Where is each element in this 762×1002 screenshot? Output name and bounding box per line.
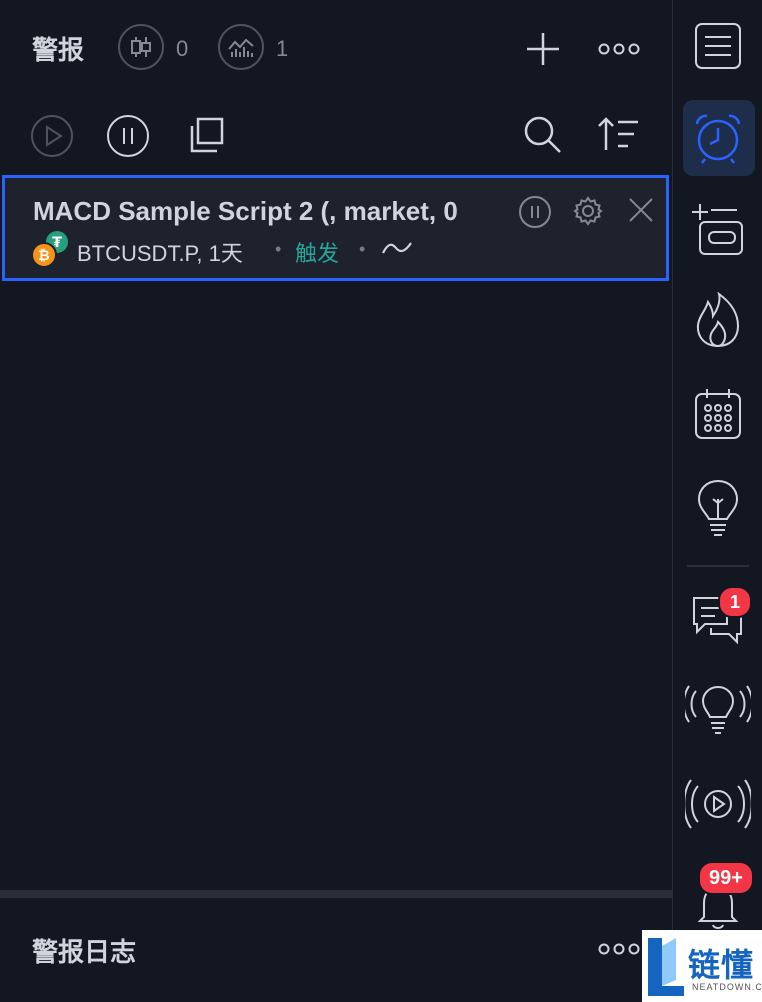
calendar-button[interactable] (673, 378, 762, 450)
alerts-button[interactable] (673, 102, 762, 174)
watchlist-button[interactable] (673, 10, 762, 82)
notifications-badge: 99+ (698, 861, 754, 895)
remove-alert-button[interactable] (623, 192, 659, 228)
clone-button[interactable] (184, 114, 228, 158)
watermark: 链懂 NEATDOWN.COM (642, 930, 762, 1002)
alert-status: 触发 (295, 241, 340, 266)
lightbulb-icon (696, 479, 740, 537)
plus-icon (525, 31, 561, 67)
broadcast-play-icon (685, 776, 751, 832)
separator-dot: • (275, 239, 282, 259)
sidebar-separator (687, 565, 749, 567)
play-circle-icon (30, 114, 74, 158)
more-options-button[interactable] (596, 32, 642, 66)
add-alert-button[interactable] (520, 26, 566, 72)
flame-icon (694, 292, 742, 348)
ideas-button[interactable] (673, 472, 762, 544)
pause-circle-icon (518, 195, 552, 229)
lightbulb-broadcast-icon (685, 683, 751, 741)
panel-title: 警报 (32, 35, 85, 65)
more-horizontal-icon (598, 942, 640, 956)
calendar-icon (693, 387, 743, 441)
watermark-text: 链懂 (688, 947, 755, 983)
alert-symbol: BTCUSDT.P, 1天 (77, 241, 243, 266)
edit-alert-button[interactable] (569, 192, 607, 230)
sort-button[interactable] (594, 112, 642, 156)
resume-all-button[interactable] (30, 114, 74, 158)
indicator-alerts-count: 1 (276, 36, 289, 61)
pause-all-button[interactable] (106, 114, 150, 158)
sort-icon (596, 116, 640, 152)
object-tree-button[interactable] (673, 194, 762, 266)
add-list-icon (691, 202, 745, 258)
indicator-alerts-filter-button[interactable] (218, 24, 264, 70)
copy-icon (186, 116, 226, 156)
watermark-logo-icon (646, 934, 686, 998)
alert-list-item[interactable]: MACD Sample Script 2 (, market, 0 ₮ ₿ BT… (2, 175, 669, 281)
panel-divider[interactable] (0, 890, 672, 898)
minds-button[interactable] (673, 676, 762, 748)
price-alerts-filter-button[interactable] (118, 24, 164, 70)
candlestick-icon (128, 34, 154, 60)
pause-circle-icon (106, 114, 150, 158)
more-horizontal-icon (598, 42, 640, 56)
log-more-options-button[interactable] (596, 934, 642, 964)
chat-notification-badge: 1 (718, 586, 752, 618)
search-button[interactable] (520, 112, 564, 156)
gear-icon (572, 195, 604, 227)
symbol-logo: ₮ ₿ (31, 230, 71, 270)
price-alerts-count: 0 (176, 36, 189, 61)
bitcoin-icon: ₿ (31, 242, 57, 268)
watermark-subtext: NEATDOWN.COM (692, 982, 762, 992)
hotlists-button[interactable] (673, 284, 762, 356)
streams-button[interactable] (673, 768, 762, 840)
pause-alert-button[interactable] (517, 194, 553, 230)
alerts-panel: 警报 0 1 MACD Sample Script 2 (, market, 0… (0, 0, 672, 1002)
indicator-chart-icon (227, 35, 255, 59)
alert-log-title: 警报日志 (32, 937, 137, 967)
right-sidebar: 1 99+ (672, 0, 762, 1002)
list-icon (693, 21, 743, 71)
svg-text:₿: ₿ (38, 248, 49, 264)
separator-dot: • (359, 239, 366, 259)
close-icon (628, 197, 654, 223)
search-icon (522, 114, 562, 154)
alarm-clock-icon (692, 112, 744, 164)
trend-line-icon (381, 238, 413, 258)
alert-title: MACD Sample Script 2 (, market, 0 (33, 196, 513, 227)
